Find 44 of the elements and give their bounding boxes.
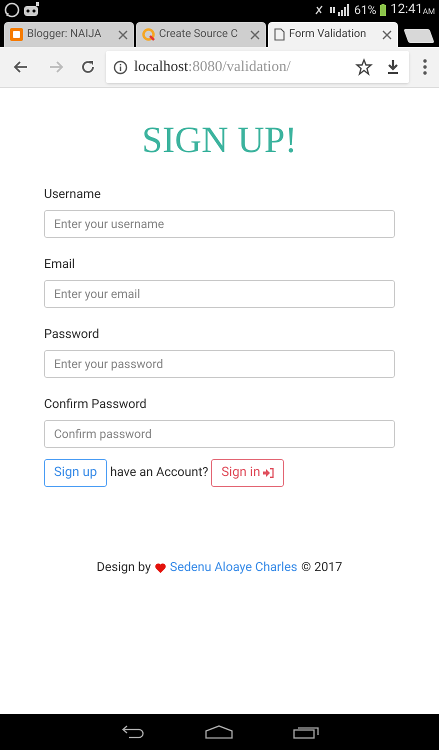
- chat-icon: [4, 2, 20, 18]
- sign-up-button[interactable]: Sign up: [44, 459, 108, 487]
- url-text: localhost:8080/validation/: [134, 58, 292, 77]
- close-icon[interactable]: [250, 30, 260, 40]
- heart-icon: [154, 563, 166, 574]
- favicon-icon: [10, 28, 23, 41]
- field-label: Password: [44, 327, 100, 343]
- address-field[interactable]: localhost:8080/validation/: [106, 51, 409, 83]
- favicon-icon: [142, 28, 155, 41]
- account-prompt: have an Account?: [110, 464, 208, 482]
- input-field[interactable]: Confirm password: [44, 420, 395, 448]
- page-title: SIGN UP!: [142, 119, 298, 163]
- battery-percent: 61%: [354, 2, 376, 19]
- clock-meridiem: AM: [422, 6, 435, 18]
- tab-title: Create Source C: [159, 26, 239, 42]
- close-icon[interactable]: [118, 30, 128, 40]
- tab-title: Blogger: NAIJA: [27, 26, 102, 42]
- back-icon[interactable]: [120, 725, 144, 739]
- author-link[interactable]: Sedenu Aloaye Charles: [170, 559, 298, 578]
- browser-tab[interactable]: Form Validation: [268, 22, 398, 47]
- sign-in-icon: [263, 468, 274, 478]
- copyright-text: © 2017: [301, 559, 342, 577]
- star-icon[interactable]: [355, 58, 373, 76]
- browser-tab[interactable]: Create Source C: [136, 22, 266, 47]
- recent-apps-icon[interactable]: [292, 725, 318, 739]
- info-icon: [113, 60, 128, 74]
- clock-time: 12:41: [390, 1, 423, 20]
- tab-title: Form Validation: [289, 26, 368, 42]
- input-field[interactable]: Enter your password: [44, 350, 395, 378]
- new-tab-button[interactable]: [403, 29, 435, 43]
- close-icon[interactable]: [382, 30, 392, 40]
- field-label: Confirm Password: [44, 397, 147, 413]
- sign-in-button[interactable]: Sign in: [211, 459, 284, 487]
- mute-icon: [314, 4, 324, 16]
- field-label: Username: [44, 187, 101, 203]
- home-icon[interactable]: [204, 725, 232, 739]
- page-icon: [274, 28, 285, 41]
- input-field[interactable]: Enter your username: [44, 210, 395, 238]
- menu-icon[interactable]: [423, 59, 427, 75]
- battery-icon: [380, 4, 386, 16]
- input-field[interactable]: Enter your email: [44, 280, 395, 308]
- footer-text: Design by: [96, 559, 151, 577]
- field-label: Email: [44, 257, 75, 273]
- browser-tab[interactable]: Blogger: NAIJA: [4, 22, 134, 47]
